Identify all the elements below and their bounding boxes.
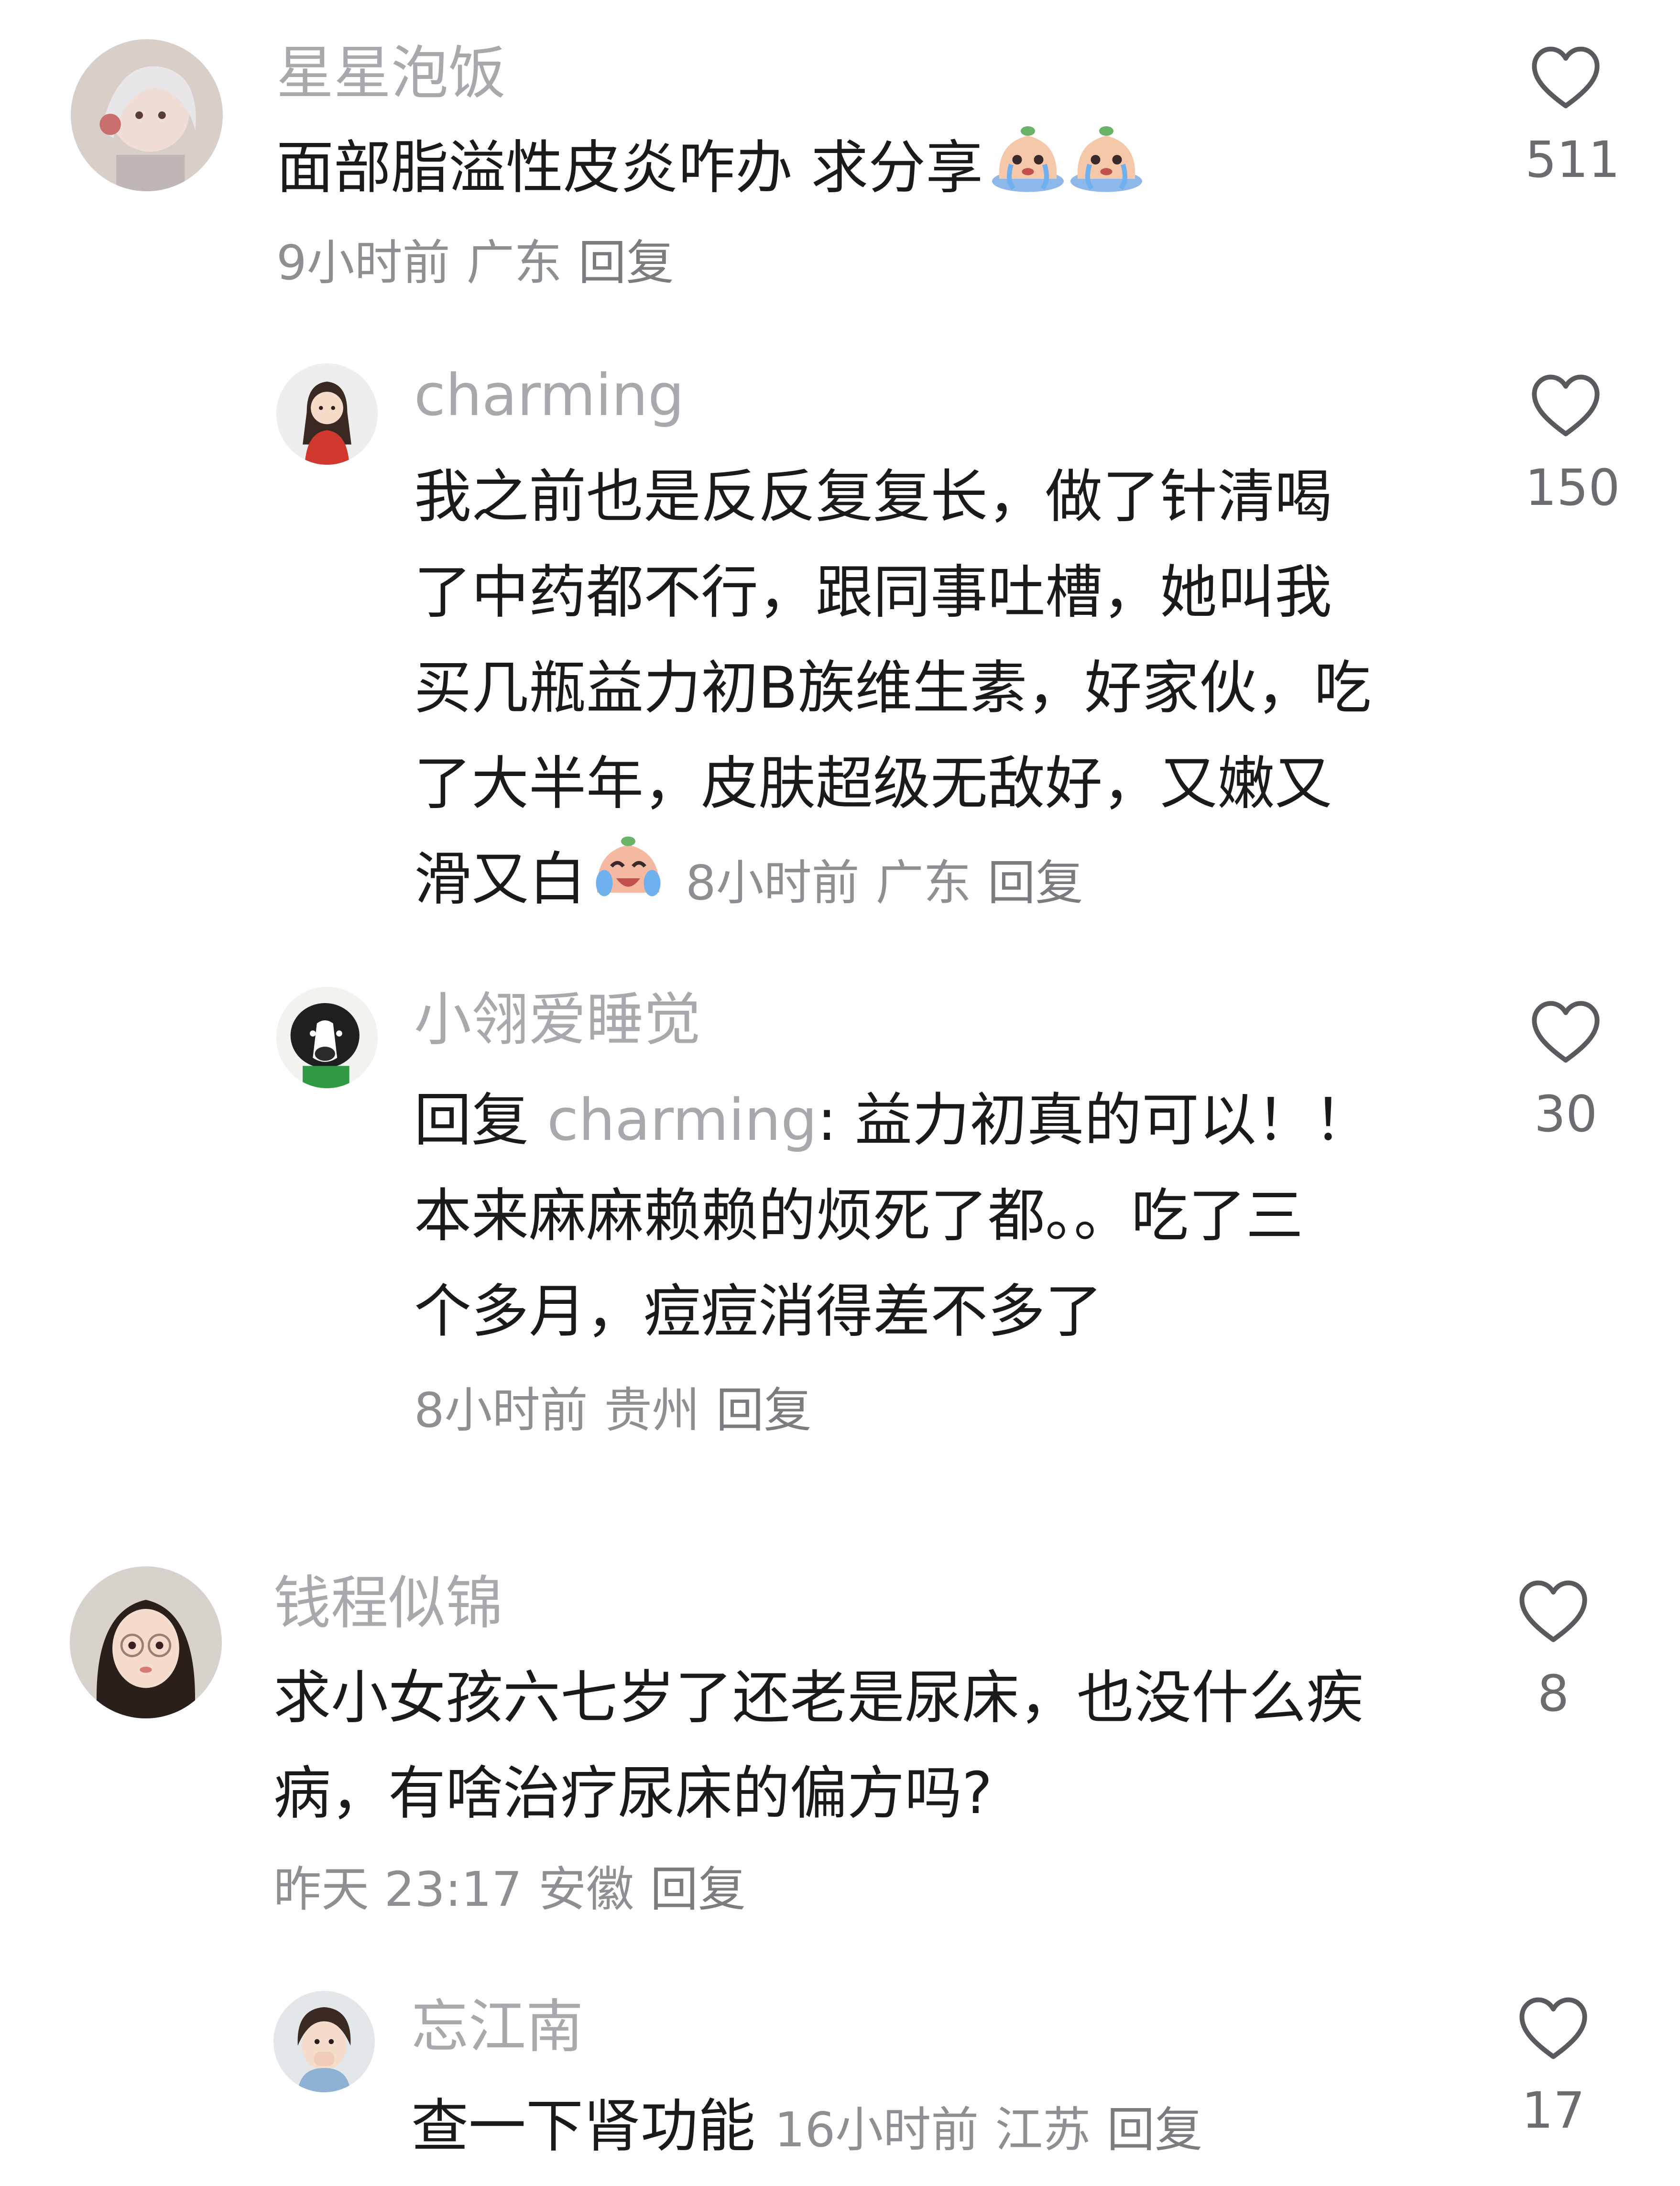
like-count: 17 — [1521, 2081, 1585, 2140]
avatar[interactable] — [273, 1991, 375, 2092]
comment-meta: 16小时前 江苏 回复 — [775, 2102, 1202, 2158]
comment-text-content: 查一下肾功能 — [411, 2093, 755, 2160]
heart-outline-icon — [1519, 1997, 1587, 2059]
comment-text: 查一下肾功能 16小时前 江苏 回复 — [411, 2079, 1202, 2175]
comment-text-line: 查一下肾功能 16小时前 江苏 回复 — [411, 2079, 1202, 2175]
comment-reply: 忘江南 查一下肾功能 16小时前 江苏 回复 17 — [0, 0, 1680, 2186]
username[interactable]: 忘江南 — [411, 1999, 583, 2056]
like-button[interactable]: 17 — [1513, 1995, 1594, 2135]
location: 江苏 — [995, 2102, 1091, 2158]
reply-button[interactable]: 回复 — [1107, 2102, 1202, 2158]
timestamp: 16小时前 — [775, 2102, 979, 2158]
